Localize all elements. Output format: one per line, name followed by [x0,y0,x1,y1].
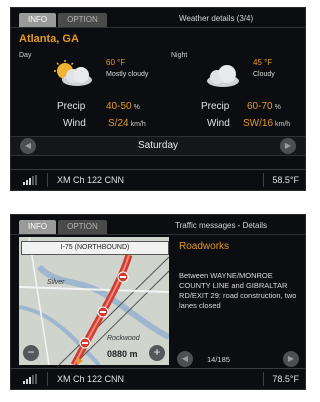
night-wind-value: SW/16 km/h [243,118,290,129]
minus-icon: − [27,345,35,359]
night-temperature: 45 °F [253,58,273,67]
zoom-in-button[interactable]: + [149,345,165,361]
chevron-right-icon: ▶ [287,354,295,363]
day-wind-value: S/24 km/h [108,118,146,129]
status-divider [47,372,48,386]
night-precip-label: Precip [201,101,230,112]
precip-unit: % [133,104,140,111]
screen-title: Weather details (3/4) [179,14,254,23]
wind-unit: km/h [130,121,146,128]
chevron-right-icon: ▶ [284,141,292,150]
message-pager: 14/185 [207,355,230,364]
signal-strength-icon [23,175,37,185]
road-closure-icon[interactable] [117,271,129,283]
road-name-banner: I-75 (NORTHBOUND) [21,241,169,255]
map-graphic [19,237,169,365]
signal-strength-icon [23,374,37,384]
night-precip-value: 60-70% [247,101,281,112]
outside-temperature: 78.5°F [272,374,299,384]
map-scale-distance: 0880 m [107,349,138,359]
partly-cloudy-sun-icon [51,60,95,88]
map-label-rockwood: Rockwood [107,335,140,342]
day-precip-label: Precip [57,101,86,112]
night-precip-number: 60-70 [247,101,273,112]
tab-info[interactable]: INFO [19,13,57,27]
radio-station-label[interactable]: XM Ch 122 CNN [57,374,124,384]
location-label: Atlanta, GA [19,33,79,45]
cloud-icon [201,62,245,90]
night-wind-label: Wind [207,118,230,129]
day-wind-number: S/24 [108,118,129,129]
tab-option[interactable]: OPTION [58,220,107,234]
status-divider [263,372,264,386]
next-message-button[interactable]: ▶ [283,351,299,367]
night-condition: Cloudy [253,71,275,78]
night-label: Night [171,52,188,59]
tab-info[interactable]: INFO [19,220,57,234]
status-divider [263,173,264,187]
screen-title: Traffic messages - Details [175,221,268,230]
day-navigation-bar: ◀ Saturday ▶ [11,136,305,156]
day-label: Day [19,52,32,59]
event-description: Between WAYNE/MONROE COUNTY LINE and GIB… [179,271,297,310]
tab-bar: INFO OPTION [19,220,107,234]
road-closure-icon[interactable] [97,306,109,318]
day-precip-value: 40-50% [106,101,140,112]
traffic-map[interactable]: I-75 (NORTHBOUND) Silver Rockwood 0880 m… [19,237,169,365]
weather-details-screen: INFO OPTION Weather details (3/4) Atlant… [10,7,306,191]
header-divider [11,27,305,28]
previous-message-button[interactable]: ◀ [177,351,193,367]
outside-temperature: 58.5°F [272,175,299,185]
status-bar: XM Ch 122 CNN 58.5°F [11,169,305,190]
night-wind-number: SW/16 [243,118,274,129]
traffic-details-screen: INFO OPTION Traffic messages - Details I… [10,214,306,390]
header-divider [11,234,305,235]
radio-station-label[interactable]: XM Ch 122 CNN [57,175,124,185]
status-divider [47,173,48,187]
tab-bar: INFO OPTION [19,13,107,27]
next-day-button[interactable]: ▶ [280,138,296,154]
day-precip-number: 40-50 [106,101,132,112]
day-condition: Mostly cloudy [106,71,149,78]
plus-icon: + [153,345,161,359]
day-wind-label: Wind [63,118,86,129]
day-temperature: 60 °F [106,58,126,67]
map-label-silver: Silver [47,279,65,286]
road-closure-icon[interactable] [79,337,91,349]
weekday-label: Saturday [137,140,179,151]
precip-unit: % [274,104,281,111]
chevron-left-icon: ◀ [181,354,189,363]
status-bar: XM Ch 122 CNN 78.5°F [11,368,305,389]
tab-option[interactable]: OPTION [58,13,107,27]
event-title: Roadworks [179,241,230,252]
zoom-out-button[interactable]: − [23,345,39,361]
wind-unit: km/h [275,121,291,128]
